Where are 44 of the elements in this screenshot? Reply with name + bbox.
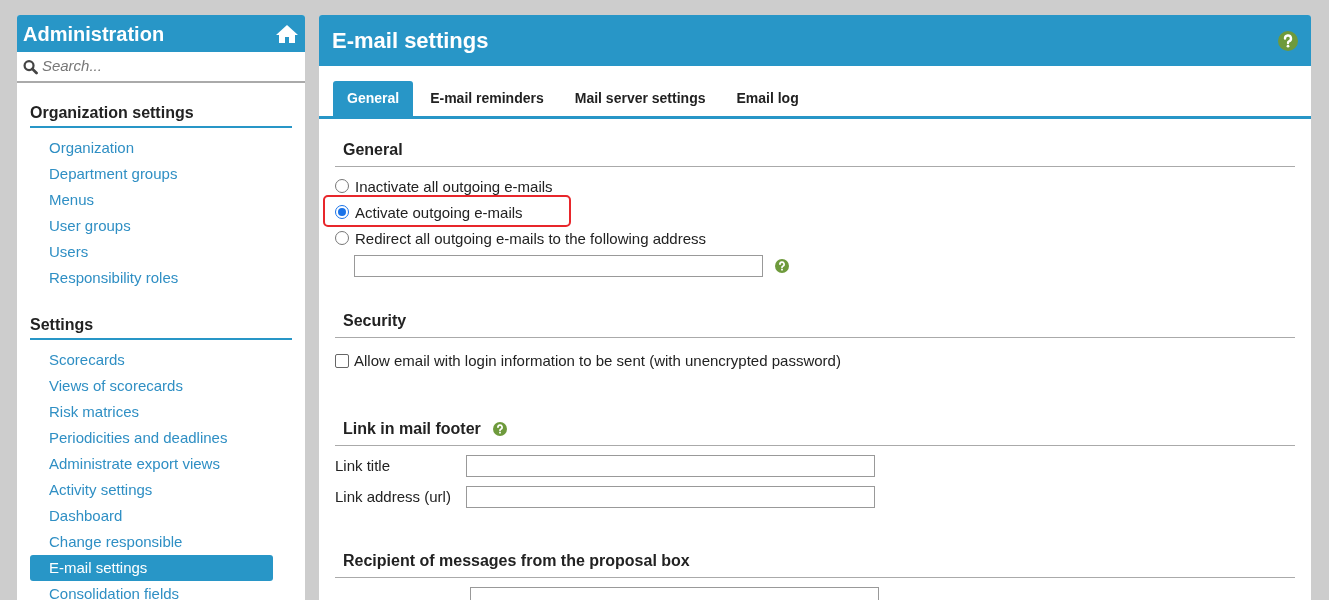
tab[interactable]: E-mail reminders	[416, 81, 558, 116]
sidebar-item[interactable]: Responsibility roles	[30, 265, 273, 291]
tab[interactable]: General	[333, 81, 414, 116]
section-heading: Link in mail footer	[343, 418, 481, 439]
sidebar-item[interactable]: Menus	[30, 187, 273, 213]
sidebar-item[interactable]: User groups	[30, 213, 273, 239]
help-icon[interactable]	[775, 259, 789, 273]
page-title: E-mail settings	[332, 27, 489, 55]
sidebar-item[interactable]: Periodicities and deadlines	[30, 425, 273, 451]
radio-label: Redirect all outgoing e-mails to the following address	[355, 229, 707, 247]
checkbox-label: Allow email with login information to be sent (with unencrypted password)	[354, 351, 841, 371]
sidebar-item[interactable]: E-mail settings	[30, 555, 273, 581]
sidebar-item[interactable]: Consolidation fields	[30, 581, 273, 600]
section-heading: Recipient of messages from the proposal box	[343, 550, 690, 571]
home-icon[interactable]	[275, 23, 299, 44]
sidebar-item[interactable]: Department groups	[30, 161, 273, 187]
tab[interactable]: Mail server settings	[560, 81, 720, 116]
help-icon[interactable]	[1278, 30, 1298, 51]
sidebar-item[interactable]: Users	[30, 239, 273, 265]
field-label: Link address (url)	[335, 486, 452, 507]
search-field[interactable]: Search...	[41, 55, 299, 78]
sidebar-item[interactable]: Dashboard	[30, 503, 273, 529]
sidebar-item[interactable]: Risk matrices	[30, 399, 273, 425]
input-field[interactable]	[466, 486, 875, 508]
sidebar-item[interactable]: Change responsible	[30, 529, 273, 555]
section-heading: Organization settings	[30, 104, 194, 121]
search-icon	[23, 58, 38, 75]
section-heading: Settings	[30, 316, 94, 333]
sidebar-item[interactable]: Administrate export views	[30, 451, 273, 477]
sidebar-title: Administration	[23, 21, 165, 47]
radio-label: Activate outgoing e-mails	[355, 203, 523, 221]
field-label: Link title	[335, 455, 392, 476]
help-icon[interactable]	[492, 421, 507, 436]
section-heading: Security	[343, 311, 407, 331]
sidebar-item[interactable]: Views of scorecards	[30, 373, 273, 399]
sidebar-item[interactable]: Scorecards	[30, 347, 273, 373]
checkbox[interactable]	[335, 354, 349, 369]
sidebar-item[interactable]: Activity settings	[30, 477, 273, 503]
radio-label: Inactivate all outgoing e-mails	[355, 177, 553, 195]
section-heading: General	[343, 140, 403, 160]
tab[interactable]: Email log	[722, 81, 813, 116]
input-field[interactable]	[354, 255, 763, 277]
input-field[interactable]	[466, 455, 875, 477]
sidebar-item[interactable]: Organization	[30, 135, 273, 161]
